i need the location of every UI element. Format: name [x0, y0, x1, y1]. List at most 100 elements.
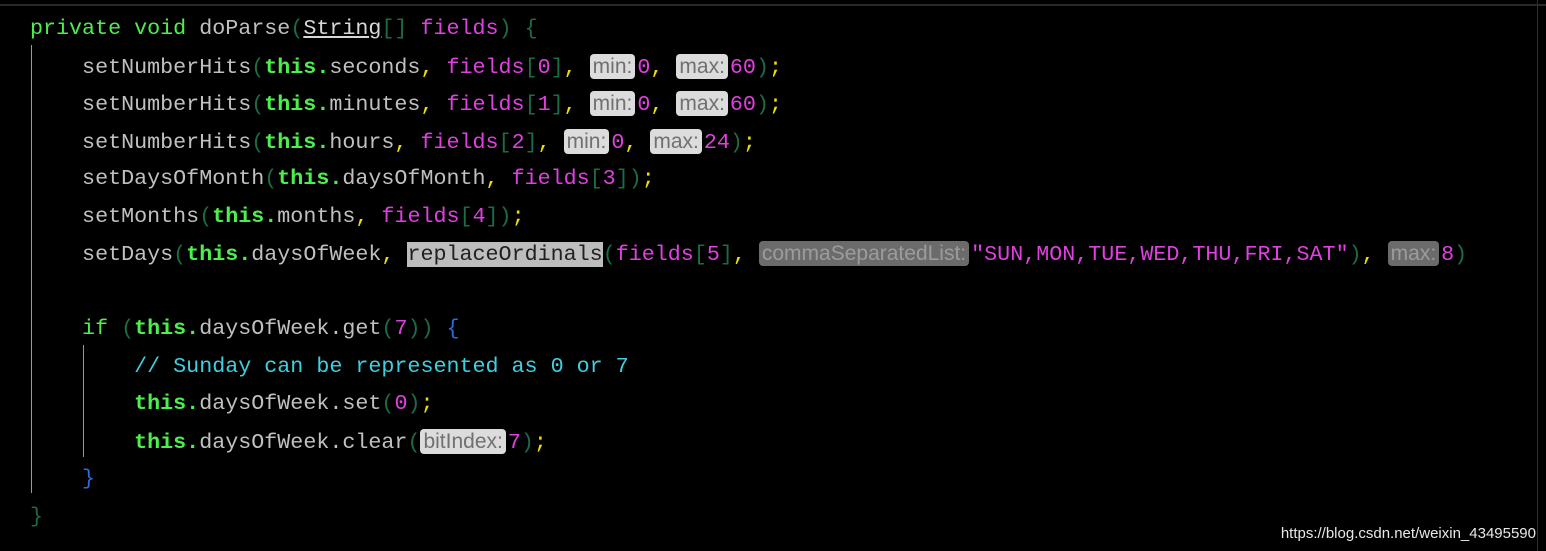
code-token: (: [602, 242, 616, 267]
code-token: (: [173, 242, 187, 267]
code-token: ]: [719, 242, 733, 267]
code-token: this.: [264, 129, 330, 155]
code-token: "SUN,MON,TUE,WED,THU,FRI,SAT": [971, 242, 1349, 267]
code-token: fields: [446, 92, 525, 117]
parameter-hint: min:: [589, 91, 636, 116]
code-line[interactable]: setNumberHits(this.seconds, fields[0], m…: [30, 48, 1467, 86]
code-token: this.: [264, 54, 330, 80]
code-token: 7: [394, 316, 408, 341]
code-token: [: [524, 54, 538, 80]
code-token: fields: [381, 203, 460, 229]
code-line[interactable]: private void doParse(String[] fields) {: [30, 10, 1467, 48]
code-line[interactable]: // Sunday can be represented as 0 or 7: [30, 348, 1467, 386]
code-token: setDays: [30, 242, 174, 267]
code-token: [: [693, 242, 707, 267]
code-token: ,: [732, 242, 759, 267]
code-token: }: [30, 503, 44, 529]
code-token: (: [199, 203, 213, 229]
code-line[interactable]: this.daysOfWeek.clear(bitIndex: 7);: [30, 423, 1467, 461]
code-token: String: [303, 16, 382, 41]
selected-token: replaceOrdinals: [407, 242, 603, 267]
code-token: ,: [420, 54, 447, 80]
code-token: }: [30, 466, 96, 491]
code-token: fields: [420, 129, 499, 155]
code-token: ;: [533, 429, 547, 455]
code-token: 60: [729, 92, 756, 117]
code-token: (: [121, 316, 135, 341]
code-token: daysOfWeek: [251, 242, 382, 267]
code-token: ;: [420, 391, 434, 416]
code-token: 0: [637, 54, 651, 80]
code-token: ;: [641, 166, 655, 191]
editor-scrollbar-track[interactable]: [1537, 0, 1538, 551]
code-token: (: [251, 129, 265, 155]
code-token: 0: [637, 92, 651, 117]
code-token: this.: [264, 92, 330, 117]
code-token: ): [755, 54, 769, 80]
code-token: ]): [615, 166, 642, 191]
code-token: 1: [537, 92, 551, 117]
code-token: ,: [563, 54, 590, 80]
code-token: ;: [511, 203, 525, 229]
code-token: 24: [703, 129, 730, 155]
code-token: [: [498, 129, 512, 155]
code-token: months: [277, 203, 356, 229]
code-token: doParse: [199, 16, 291, 41]
parameter-hint: max:: [676, 91, 728, 116]
code-token: fields: [446, 54, 525, 80]
code-token: 4: [472, 203, 486, 229]
code-token: this.: [186, 242, 252, 267]
code-token: )): [407, 316, 434, 341]
code-token: // Sunday can be represented as 0 or 7: [30, 353, 629, 379]
code-token: 2: [511, 129, 525, 155]
code-token: ,: [485, 166, 512, 191]
code-token: this.: [212, 203, 278, 229]
code-token: setNumberHits: [30, 129, 252, 155]
code-token: ,: [537, 129, 564, 155]
parameter-hint: max:: [1387, 241, 1440, 266]
code-token: ]: [524, 129, 538, 155]
code-line[interactable]: }: [30, 460, 1467, 498]
code-line[interactable]: setNumberHits(this.hours, fields[2], min…: [30, 123, 1467, 161]
code-token: ,: [420, 92, 447, 117]
code-token: 3: [602, 166, 616, 191]
code-line[interactable]: setDaysOfMonth(this.daysOfMonth, fields[…: [30, 160, 1467, 198]
code-token: ;: [768, 54, 782, 80]
code-token: daysOfWeek.clear: [199, 429, 408, 455]
code-token: ]: [550, 92, 564, 117]
code-token: fields: [420, 16, 499, 41]
code-token: ,: [1361, 242, 1388, 267]
code-line[interactable]: setDays(this.daysOfWeek, replaceOrdinals…: [0, 235, 1546, 273]
code-token: {: [524, 16, 538, 41]
code-line[interactable]: [30, 273, 1467, 311]
code-token: ]: [550, 54, 564, 80]
code-token: ): [520, 429, 534, 455]
code-line[interactable]: }: [30, 498, 1467, 536]
code-token: fields: [511, 166, 590, 191]
code-line[interactable]: setMonths(this.months, fields[4]);: [30, 198, 1467, 236]
code-token: setMonths: [30, 203, 200, 229]
code-token: ,: [355, 203, 382, 229]
code-token: ,: [650, 54, 677, 80]
code-token: ,: [394, 129, 421, 155]
code-line[interactable]: setNumberHits(this.minutes, fields[1], m…: [30, 85, 1467, 123]
parameter-hint: bitIndex:: [420, 428, 506, 454]
parameter-hint: min:: [589, 53, 636, 79]
code-token: setDaysOfMonth: [30, 166, 265, 191]
parameter-hint: commaSeparatedList:: [758, 241, 970, 266]
code-token: minutes: [329, 92, 421, 117]
code-editor[interactable]: private void doParse(String[] fields) { …: [0, 10, 1546, 536]
code-token: (: [381, 316, 395, 341]
code-token: [: [589, 166, 603, 191]
code-token: 0: [611, 129, 625, 155]
code-token: setNumberHits: [30, 92, 252, 117]
code-token: 5: [706, 242, 720, 267]
parameter-hint: max:: [676, 53, 728, 79]
code-line[interactable]: if (this.daysOfWeek.get(7)) {: [30, 310, 1467, 348]
code-token: ;: [768, 92, 782, 117]
code-token: this.: [134, 316, 200, 341]
code-token: (: [251, 92, 265, 117]
code-line[interactable]: this.daysOfWeek.set(0);: [30, 385, 1467, 423]
code-token: (: [381, 391, 395, 416]
